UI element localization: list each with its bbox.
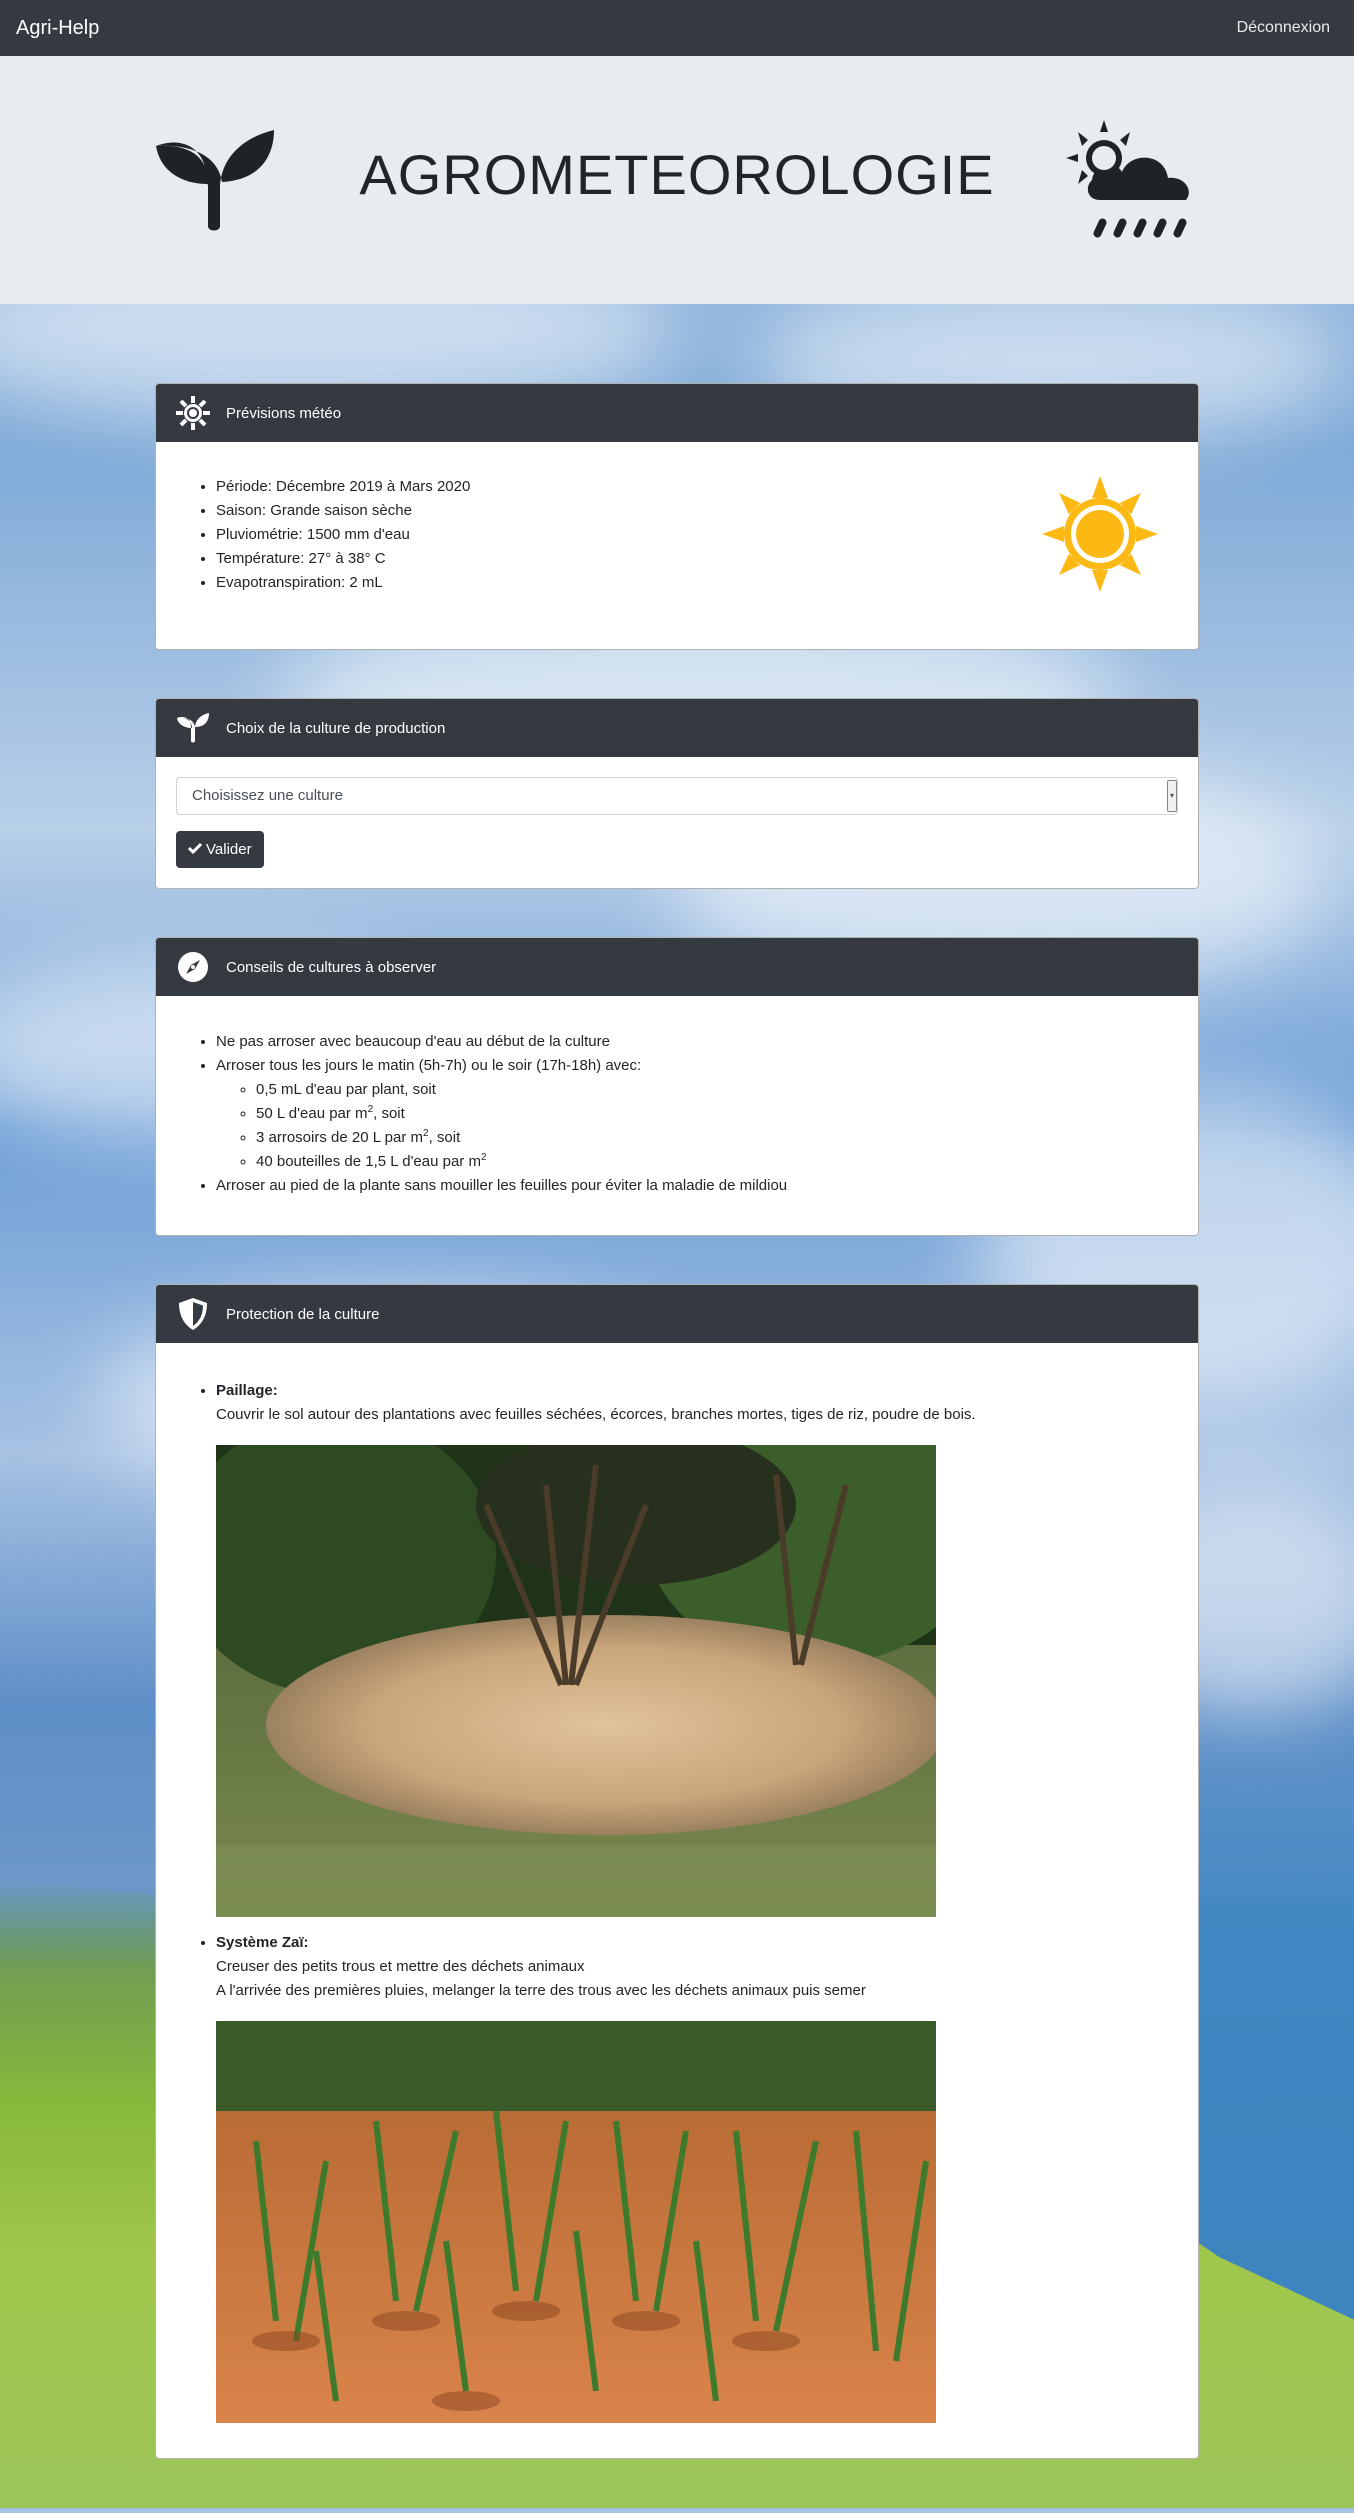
chevron-down-icon[interactable]: ▾	[1167, 780, 1177, 812]
list-item-text: , soit	[428, 1129, 461, 1146]
weather-list: Période: Décembre 2019 à Mars 2020 Saiso…	[176, 475, 1178, 595]
advice-card-title: Conseils de cultures à observer	[226, 958, 437, 976]
crop-choice-card-body: Choisissez une culture ▾ Valider	[156, 757, 1198, 888]
crop-select[interactable]: Choisissez une culture ▾	[176, 777, 1178, 815]
weather-card: Prévisions météo Période: Décembre 2019 …	[155, 383, 1199, 650]
list-item-paillage: Paillage: Couvrir le sol autour des plan…	[216, 1379, 1178, 1917]
protection-card-header: Protection de la culture	[156, 1285, 1198, 1343]
list-item: 40 bouteilles de 1,5 L d'eau par m2	[256, 1150, 1178, 1174]
zai-text-1: Creuser des petits trous et mettre des d…	[216, 1958, 585, 1975]
list-item: Ne pas arroser avec beaucoup d'eau au dé…	[216, 1030, 1178, 1054]
weather-card-title: Prévisions météo	[226, 404, 342, 422]
paillage-title: Paillage:	[216, 1382, 278, 1399]
list-item-text: 3 arrosoirs de 20 L par m	[256, 1129, 424, 1146]
gear-sun-icon	[176, 396, 210, 430]
list-item-text: 40 bouteilles de 1,5 L d'eau par m	[256, 1153, 481, 1170]
protection-card-body: Paillage: Couvrir le sol autour des plan…	[156, 1343, 1198, 2443]
crop-choice-card-title: Choix de la culture de production	[226, 719, 446, 737]
list-item-text: 50 L d'eau par m	[256, 1105, 368, 1122]
list-item-text: , soit	[373, 1105, 405, 1122]
mulch-photo	[216, 1445, 936, 1917]
logout-link[interactable]: Déconnexion	[1237, 19, 1330, 37]
protection-list: Paillage: Couvrir le sol autour des plan…	[176, 1379, 1178, 2423]
list-item-zai: Système Zaï: Creuser des petits trous et…	[216, 1931, 1178, 2423]
advice-list: Ne pas arroser avec beaucoup d'eau au dé…	[176, 1030, 1178, 1198]
shield-icon	[176, 1297, 210, 1331]
zai-title: Système Zaï:	[216, 1934, 309, 1951]
list-item-text: Arroser tous les jours le matin (5h-7h) …	[216, 1057, 642, 1074]
crop-choice-card: Choix de la culture de production Choisi…	[155, 698, 1199, 889]
list-item: Arroser au pied de la plante sans mouill…	[216, 1174, 1178, 1198]
list-item: Pluviométrie: 1500 mm d'eau	[216, 523, 1178, 547]
weather-card-header: Prévisions météo	[156, 384, 1198, 442]
validate-button[interactable]: Valider	[176, 831, 264, 868]
list-item: 0,5 mL d'eau par plant, soit	[256, 1078, 1178, 1102]
list-item: Evapotranspiration: 2 mL	[216, 571, 1178, 595]
list-item: Température: 27° à 38° C	[216, 547, 1178, 571]
protection-card: Protection de la culture Paillage: Couvr…	[155, 1284, 1199, 2459]
validate-button-label: Valider	[206, 840, 252, 858]
navbar: Agri-Help Déconnexion	[0, 0, 1354, 56]
list-item: 3 arrosoirs de 20 L par m2, soit	[256, 1126, 1178, 1150]
crop-choice-card-header: Choix de la culture de production	[156, 699, 1198, 757]
hero-banner: AGROMETEOROLOGIE	[0, 56, 1354, 304]
protection-card-title: Protection de la culture	[226, 1305, 380, 1323]
list-item: 50 L d'eau par m2, soit	[256, 1102, 1178, 1126]
crop-select-value: Choisissez une culture	[192, 787, 343, 804]
advice-card: Conseils de cultures à observer Ne pas a…	[155, 937, 1199, 1236]
advice-card-body: Ne pas arroser avec beaucoup d'eau au dé…	[156, 996, 1198, 1218]
paillage-text: Couvrir le sol autour des plantations av…	[216, 1406, 976, 1423]
advice-card-header: Conseils de cultures à observer	[156, 938, 1198, 996]
sun-icon	[1042, 476, 1158, 592]
list-item: Saison: Grande saison sèche	[216, 499, 1178, 523]
advice-sublist: 0,5 mL d'eau par plant, soit 50 L d'eau …	[216, 1078, 1178, 1174]
sprout-icon	[176, 711, 210, 745]
brand-link[interactable]: Agri-Help	[16, 17, 99, 40]
sun-cloud-rain-icon	[1066, 120, 1189, 238]
check-icon	[187, 838, 203, 862]
compass-icon	[176, 950, 210, 984]
list-item: Arroser tous les jours le matin (5h-7h) …	[216, 1054, 1178, 1174]
superscript: 2	[480, 1152, 487, 1163]
zai-field-photo	[216, 2021, 936, 2423]
list-item: Période: Décembre 2019 à Mars 2020	[216, 475, 1178, 499]
zai-text-2: A l'arrivée des premières pluies, melang…	[216, 1982, 866, 1999]
weather-card-body: Période: Décembre 2019 à Mars 2020 Saiso…	[156, 442, 1198, 615]
